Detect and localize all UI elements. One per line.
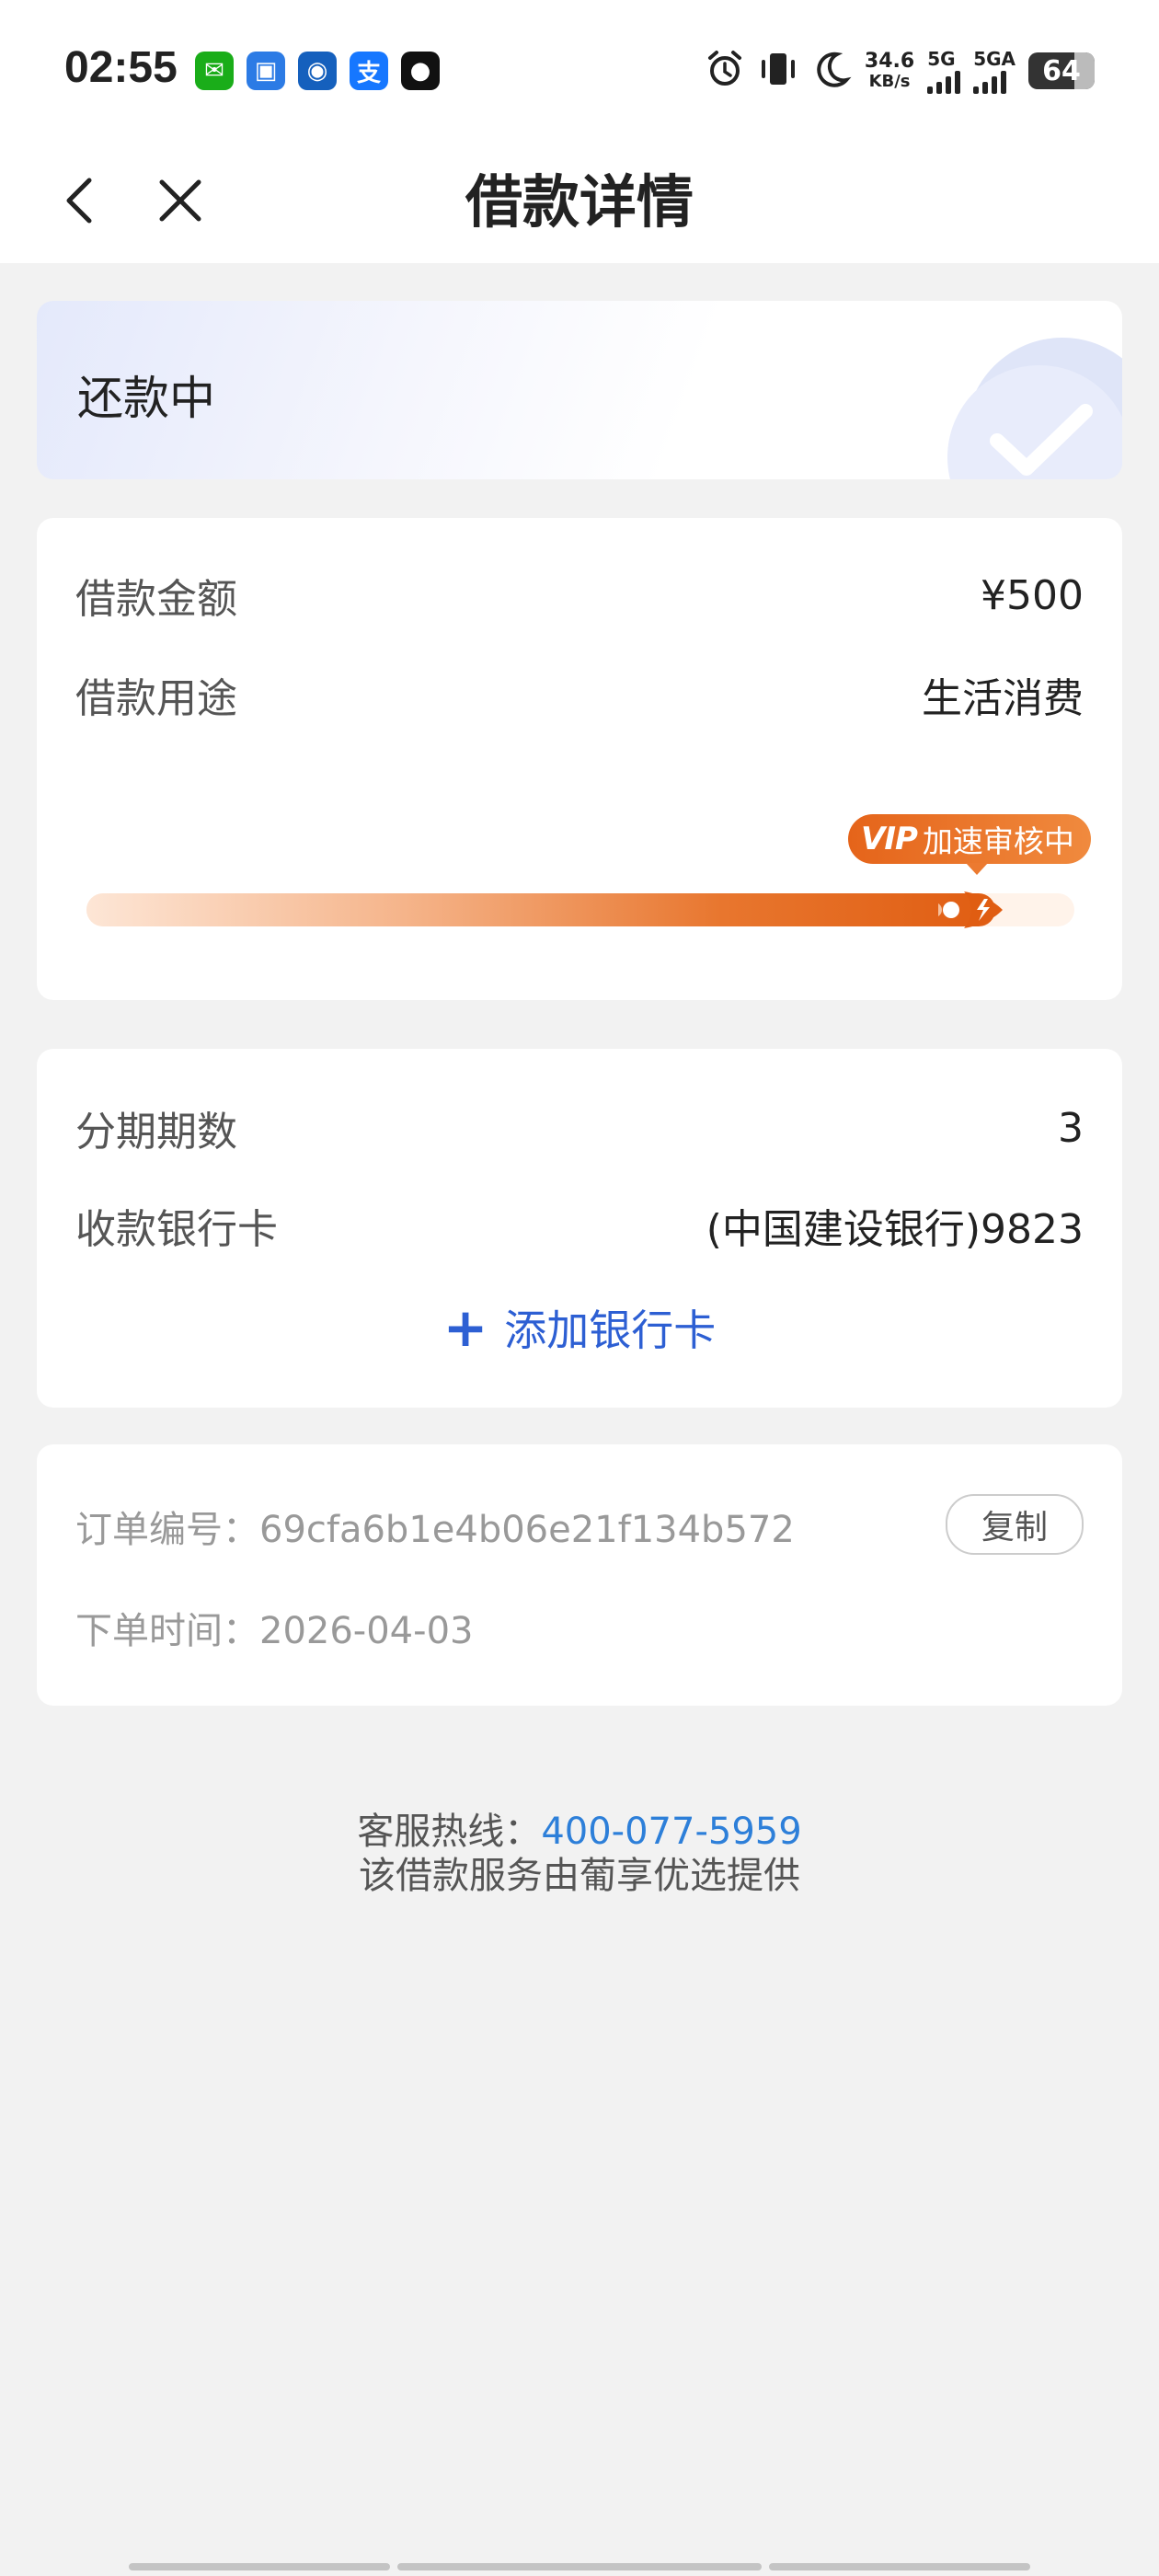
loan-amount-label: 借款金额 [75,576,237,623]
gesture-bar-right [769,2563,1030,2570]
loan-info-card: 借款金额 ¥500 借款用途 生活消费 VIP 加速审核中 [37,518,1122,1000]
gesture-bar-center[interactable] [397,2563,762,2570]
periods-value: 3 [1058,1104,1084,1152]
ccb-icon: ◉ [298,52,337,90]
provider-note: 该借款服务由葡享优选提供 [359,1855,800,1897]
bank-card-value: (中国建设银行)9823 [706,1206,1084,1253]
battery-level: 64 [1042,54,1081,87]
signal-2: 5GA [973,48,1016,94]
loan-amount-value: ¥500 [981,571,1084,619]
copy-button[interactable]: 复制 [946,1494,1084,1555]
add-bank-card-button[interactable]: + 添加银行卡 [37,1297,1122,1358]
vip-review-text: 加速审核中 [922,823,1074,859]
bank-card-row[interactable]: 收款银行卡 (中国建设银行)9823 [75,1196,1084,1255]
notification-icons: ✉ ▣ ◉ 支 ● [195,52,440,90]
signal-bars-icon [973,70,1007,94]
moon-icon [811,49,852,93]
qq-icon: ● [401,52,440,90]
loan-purpose-label: 借款用途 [75,675,237,722]
add-bank-card-label: 添加银行卡 [504,1305,717,1355]
check-icon [990,404,1093,476]
order-time-value: 2026-04-03 [259,1610,474,1652]
loan-purpose-row: 借款用途 生活消费 [75,665,1084,724]
order-number-label: 订单编号： [75,1509,259,1551]
vibrate-icon [758,49,798,93]
periods-label: 分期期数 [75,1109,237,1156]
alarm-icon [705,49,745,93]
periods-row: 分期期数 3 [75,1098,1084,1157]
order-number: 订单编号：69cfa6b1e4b06e21f134b572 [75,1500,795,1553]
wechat-icon: ✉ [195,52,234,90]
order-info-card: 订单编号：69cfa6b1e4b06e21f134b572 复制 下单时间：20… [37,1444,1122,1706]
progress-fill [86,893,995,926]
clock: 02:55 [64,43,178,92]
nav-bar: 借款详情 [0,138,1159,263]
signal-bars-icon [927,70,961,94]
order-number-value: 69cfa6b1e4b06e21f134b572 [259,1509,795,1551]
loan-amount-row: 借款金额 ¥500 [75,566,1084,625]
speed-value: 34.6 [864,50,915,73]
network-speed: 34.6 KB/s [865,51,914,91]
alipay-icon: 支 [350,52,388,90]
status-bar: 02:55 ✉ ▣ ◉ 支 ● 34.6 KB/s 5G 5GA 64 [0,0,1159,138]
signal-1-label: 5G [927,48,956,70]
installment-card: 分期期数 3 收款银行卡 (中国建设银行)9823 + 添加银行卡 [37,1049,1122,1408]
speed-unit: KB/s [868,72,911,91]
bank-card-label: 收款银行卡 [75,1206,278,1253]
order-time: 下单时间：2026-04-03 [75,1601,473,1654]
vip-review-badge: VIP 加速审核中 [848,814,1091,875]
loan-status: 还款中 [77,372,215,425]
page-title: 借款详情 [465,168,694,236]
rocket-icon [938,891,1003,928]
signal-2-label: 5GA [973,48,1016,70]
order-time-label: 下单时间： [75,1610,259,1652]
vip-label: VIP [861,821,918,857]
battery-icon: 64 [1028,52,1095,89]
app-blue-icon: ▣ [247,52,285,90]
plus-icon: + [442,1296,488,1359]
system-icons: 34.6 KB/s 5G 5GA 64 [705,48,1095,94]
loan-purpose-value: 生活消费 [922,675,1084,722]
signal-1: 5G [927,48,961,94]
loan-status-card: 还款中 [37,301,1122,479]
gesture-bar-left [129,2563,390,2570]
